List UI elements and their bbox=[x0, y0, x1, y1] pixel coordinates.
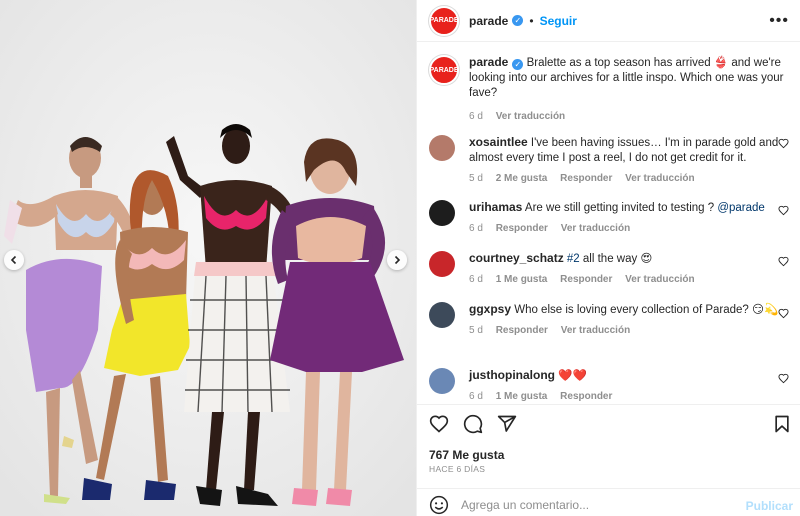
comment-icon[interactable] bbox=[463, 414, 483, 434]
commenter-avatar[interactable] bbox=[429, 251, 455, 277]
author-avatar[interactable]: PARADE bbox=[429, 5, 459, 36]
comment-meta: 5 d Responder Ver traducción bbox=[469, 323, 779, 338]
avatar-logo-text: PARADE bbox=[429, 17, 459, 24]
chevron-right-icon bbox=[394, 255, 401, 265]
comment-likes[interactable]: 1 Me gusta bbox=[496, 274, 548, 285]
chevron-left-icon bbox=[10, 255, 17, 265]
comment-time: 6 d bbox=[469, 223, 483, 234]
commenter-avatar[interactable] bbox=[429, 135, 455, 161]
reply-button[interactable]: Responder bbox=[560, 173, 612, 184]
comment-time: 5 d bbox=[469, 325, 483, 336]
comment-like-heart-icon[interactable] bbox=[778, 308, 789, 319]
comment-like-heart-icon[interactable] bbox=[778, 138, 789, 149]
comment-composer: Publicar bbox=[417, 488, 800, 516]
action-icons bbox=[429, 414, 517, 434]
comment-input[interactable] bbox=[461, 498, 731, 512]
caption-avatar[interactable]: PARADE bbox=[429, 55, 459, 85]
comment-text: ❤️❤️ bbox=[558, 370, 587, 382]
commenter-avatar[interactable] bbox=[429, 368, 455, 394]
caption-username[interactable]: parade bbox=[469, 55, 508, 69]
more-options-icon[interactable]: ••• bbox=[769, 12, 789, 30]
post-actions: 767 Me gusta HACE 6 DÍAS Publicar bbox=[417, 404, 800, 516]
commenter-username[interactable]: justhopinalong bbox=[469, 368, 555, 382]
publish-button[interactable]: Publicar bbox=[746, 499, 793, 513]
comment-text: Who else is loving every collection of P… bbox=[514, 304, 779, 316]
comment-body: urihamas Are we still getting invited to… bbox=[469, 200, 779, 236]
reply-button[interactable]: Responder bbox=[560, 391, 612, 401]
commenter-username[interactable]: ggxpsy bbox=[469, 302, 511, 316]
models-photo bbox=[0, 0, 416, 516]
comment-meta: 6 d 1 Me gusta Responder bbox=[469, 389, 779, 401]
caption-translate-link[interactable]: Ver traducción bbox=[496, 111, 565, 122]
commenter-username[interactable]: xosaintlee bbox=[469, 135, 528, 149]
caption-body: parade ✓ Bralette as a top season has arr… bbox=[469, 55, 787, 124]
comment-likes[interactable]: 1 Me gusta bbox=[496, 391, 548, 401]
commenter-username[interactable]: courtney_schatz bbox=[469, 251, 564, 265]
comment-body: justhopinalong ❤️❤️ 6 d 1 Me gusta Respo… bbox=[469, 368, 779, 401]
verified-badge-icon: ✓ bbox=[512, 15, 524, 26]
caption-time: 6 d bbox=[469, 111, 483, 122]
commenter-avatar[interactable] bbox=[429, 200, 455, 226]
instagram-post-modal: PARADE parade ✓ • Seguir ••• PARADE para… bbox=[0, 0, 800, 516]
comment-item: ggxpsy Who else is loving every collecti… bbox=[429, 302, 793, 352]
comment-body: ggxpsy Who else is loving every collecti… bbox=[469, 302, 779, 338]
comment-like-heart-icon[interactable] bbox=[778, 256, 789, 267]
comment-mention-link[interactable]: @parade bbox=[717, 202, 764, 214]
post-sidebar: PARADE parade ✓ • Seguir ••• PARADE para… bbox=[416, 0, 800, 516]
reply-button[interactable]: Responder bbox=[496, 223, 548, 234]
comments-list[interactable]: PARADE parade ✓ Bralette as a top season … bbox=[417, 43, 800, 401]
next-photo-button[interactable] bbox=[387, 250, 407, 270]
avatar-logo-text: PARADE bbox=[429, 66, 459, 74]
comment-item: urihamas Are we still getting invited to… bbox=[429, 200, 793, 240]
post-photo[interactable] bbox=[0, 0, 416, 516]
comment-time: 6 d bbox=[469, 391, 483, 401]
translate-link[interactable]: Ver traducción bbox=[625, 173, 694, 184]
follow-button[interactable]: Seguir bbox=[540, 14, 577, 28]
comment-item: xosaintlee I've been having issues… I'm … bbox=[429, 135, 793, 185]
comment-body: xosaintlee I've been having issues… I'm … bbox=[469, 135, 779, 186]
comment-hashtag-link[interactable]: #2 bbox=[567, 253, 580, 265]
comment-meta: 6 d Responder Ver traducción bbox=[469, 221, 779, 236]
comment-text: all the way 😍 bbox=[582, 253, 653, 265]
reply-button[interactable]: Responder bbox=[496, 325, 548, 336]
commenter-username[interactable]: urihamas bbox=[469, 200, 522, 214]
bookmark-icon[interactable] bbox=[773, 414, 791, 434]
verified-badge-icon: ✓ bbox=[512, 59, 524, 70]
translate-link[interactable]: Ver traducción bbox=[561, 223, 630, 234]
post-header: PARADE parade ✓ • Seguir ••• bbox=[417, 0, 800, 42]
comment-item: justhopinalong ❤️❤️ 6 d 1 Me gusta Respo… bbox=[429, 368, 793, 401]
comment-text: Are we still getting invited to testing … bbox=[524, 202, 715, 214]
commenter-avatar[interactable] bbox=[429, 302, 455, 328]
translate-link[interactable]: Ver traducción bbox=[561, 325, 630, 336]
comment-time: 5 d bbox=[469, 173, 483, 184]
heart-icon[interactable] bbox=[429, 414, 449, 434]
comment-item: courtney_schatz #2 all the way 😍 6 d 1 M… bbox=[429, 251, 793, 291]
separator-dot: • bbox=[529, 13, 534, 28]
caption-meta: 6 d Ver traducción bbox=[469, 109, 787, 124]
comment-time: 6 d bbox=[469, 274, 483, 285]
emoji-icon[interactable] bbox=[429, 495, 449, 515]
reply-button[interactable]: Responder bbox=[560, 274, 612, 285]
comment-likes[interactable]: 2 Me gusta bbox=[496, 173, 548, 184]
comment-meta: 5 d 2 Me gusta Responder Ver traducción bbox=[469, 171, 779, 186]
send-icon[interactable] bbox=[497, 414, 517, 434]
comment-body: courtney_schatz #2 all the way 😍 6 d 1 M… bbox=[469, 251, 779, 287]
author-username[interactable]: parade bbox=[469, 14, 508, 28]
previous-photo-button[interactable] bbox=[4, 250, 24, 270]
comment-like-heart-icon[interactable] bbox=[778, 205, 789, 216]
comment-like-heart-icon[interactable] bbox=[778, 373, 789, 384]
likes-count[interactable]: 767 Me gusta bbox=[429, 448, 504, 462]
post-date: HACE 6 DÍAS bbox=[429, 464, 486, 474]
comment-meta: 6 d 1 Me gusta Responder Ver traducción bbox=[469, 272, 779, 287]
translate-link[interactable]: Ver traducción bbox=[625, 274, 694, 285]
post-caption: PARADE parade ✓ Bralette as a top season … bbox=[429, 55, 793, 133]
